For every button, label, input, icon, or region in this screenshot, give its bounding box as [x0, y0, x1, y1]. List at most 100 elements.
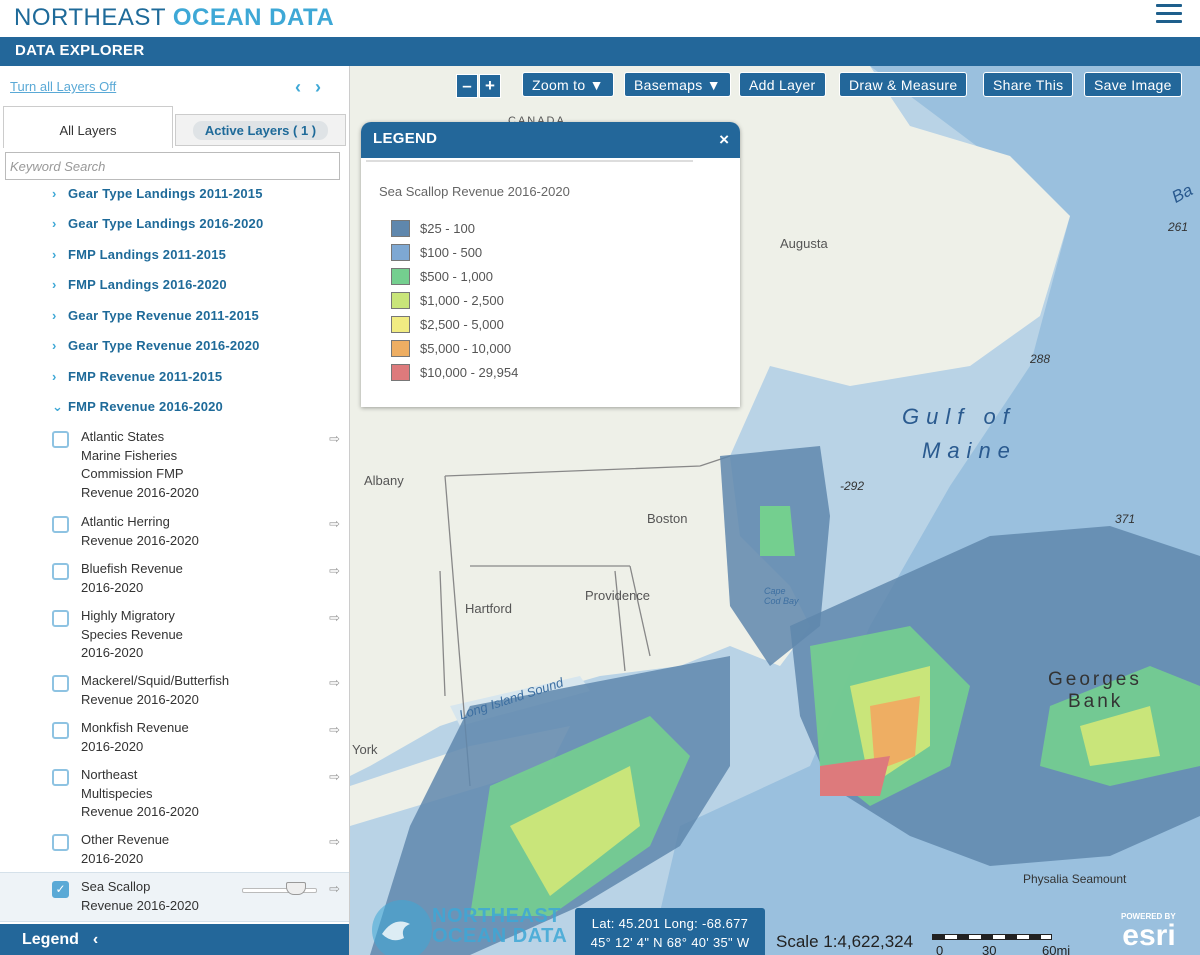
map-label-boston: Boston — [647, 511, 688, 526]
layer-label: Sea Scallop Revenue 2016-2020 — [81, 879, 199, 913]
legend-toggle-label: Legend — [22, 931, 79, 948]
close-icon[interactable]: × — [719, 130, 729, 150]
chevron-right-icon: › — [52, 308, 57, 323]
layer-checkbox[interactable] — [52, 610, 69, 627]
layer-label: Other Revenue 2016-2020 — [81, 832, 170, 866]
map-logo-text: NORTHEAST OCEAN DATA — [432, 905, 568, 947]
layer-label: Atlantic States Marine Fisheries Commissio… — [81, 429, 199, 501]
layers-sidebar: Turn all Layers Off ‹ › All Layers Active… — [0, 66, 350, 955]
layer-group[interactable]: › Gear Type Revenue 2016-2020 — [52, 338, 260, 353]
brand-logo[interactable]: NORTHEAST OCEAN DATA — [14, 4, 334, 32]
tab-all-layers[interactable]: All Layers — [3, 106, 173, 148]
esri-logo: POWERED BY esri — [1121, 912, 1176, 951]
map-label-gulf-of-maine-1: Gulf of — [902, 404, 1016, 429]
chevron-right-icon: › — [52, 247, 57, 262]
map-label-physalia-seamount: Physalia Seamount — [1023, 872, 1127, 886]
map-view[interactable]: CANADA Augusta Albany Boston Hartford Pr… — [350, 66, 1200, 955]
chevron-down-icon: ⌄ — [52, 399, 64, 414]
layer-checkbox[interactable] — [52, 834, 69, 851]
save-image-button[interactable]: Save Image — [1084, 72, 1182, 97]
layer-checkbox[interactable] — [52, 431, 69, 448]
layer-checkbox[interactable] — [52, 722, 69, 739]
layer-checkbox[interactable] — [52, 516, 69, 533]
layer-info-icon[interactable]: ⇨ — [329, 833, 340, 852]
tab-active-layers[interactable]: Active Layers ( 1 ) — [175, 114, 346, 146]
layer-checkbox-checked[interactable]: ✓ — [52, 881, 69, 898]
layer-info-icon[interactable]: ⇨ — [329, 562, 340, 581]
layer-label: Highly Migratory Species Revenue 2016-2020 — [81, 608, 183, 661]
basemaps-dropdown[interactable]: Basemaps ▼ — [624, 72, 731, 97]
map-label-new-york: York — [352, 742, 378, 757]
tab-active-layers-label: Active Layers ( 1 ) — [192, 121, 329, 140]
layer-group[interactable]: › FMP Revenue 2011-2015 — [52, 369, 222, 384]
layer-info-icon[interactable]: ⇨ — [329, 674, 340, 693]
layer-group[interactable]: › FMP Landings 2016-2020 — [52, 277, 227, 292]
layer-checkbox[interactable] — [52, 563, 69, 580]
layer-info-icon[interactable]: ⇨ — [329, 430, 340, 449]
layer-info-icon[interactable]: ⇨ — [329, 880, 340, 899]
zoom-out-button[interactable]: – — [456, 74, 478, 98]
legend-panel: LEGEND × Sea Scallop Revenue 2016-2020 $… — [361, 122, 740, 407]
opacity-slider-handle[interactable] — [286, 882, 306, 895]
legend-swatch — [391, 340, 410, 357]
legend-divider — [366, 160, 693, 162]
legend-swatch — [391, 364, 410, 381]
panel-nav-arrows: ‹ › — [295, 77, 335, 98]
map-label-albany: Albany — [364, 473, 404, 488]
layer-info-icon[interactable]: ⇨ — [329, 721, 340, 740]
turn-all-layers-off-link[interactable]: Turn all Layers Off — [10, 79, 116, 94]
map-label-hartford: Hartford — [465, 601, 512, 616]
scale-tick-label: 60mi — [1042, 943, 1071, 955]
keyword-search-input[interactable]: Keyword Search — [5, 152, 340, 180]
layer-label: Atlantic Herring Revenue 2016-2020 — [81, 514, 199, 548]
layer-group[interactable]: › FMP Landings 2011-2015 — [52, 247, 226, 262]
map-depth-261: 261 — [1168, 220, 1189, 234]
legend-swatch — [391, 292, 410, 309]
layer-label: Bluefish Revenue 2016-2020 — [81, 561, 183, 595]
legend-swatch — [391, 220, 410, 237]
chevron-left-icon[interactable]: ‹ — [295, 77, 301, 97]
map-label-providence: Providence — [585, 588, 651, 603]
layer-group-expanded[interactable]: ⌄ FMP Revenue 2016-2020 — [52, 399, 223, 415]
layer-label: Northeast Multispecies Revenue 2016-2020 — [81, 767, 199, 820]
layer-group-label: FMP Revenue 2016-2020 — [68, 399, 223, 414]
layer-checkbox[interactable] — [52, 769, 69, 786]
top-header: NORTHEAST OCEAN DATA — [0, 0, 1200, 37]
esri-wordmark: esri — [1122, 919, 1176, 952]
draw-measure-button[interactable]: Draw & Measure — [839, 72, 968, 97]
chevron-right-icon: › — [52, 216, 57, 231]
layer-group-label: FMP Revenue 2011-2015 — [68, 369, 223, 384]
legend-swatch — [391, 268, 410, 285]
chevron-right-icon: › — [52, 338, 57, 353]
layer-info-icon[interactable]: ⇨ — [329, 515, 340, 534]
chevron-right-icon: › — [52, 369, 57, 384]
layer-group[interactable]: › Gear Type Landings 2011-2015 — [52, 186, 263, 201]
legend-title: LEGEND — [361, 122, 740, 158]
brand-part1: NORTHEAST — [14, 4, 166, 31]
map-label-georges-2: Bank — [1068, 691, 1124, 712]
zoom-in-button[interactable]: + — [479, 74, 501, 98]
chevron-left-icon: ‹ — [92, 931, 99, 948]
brand-part2: OCEAN DATA — [172, 4, 335, 31]
scale-tick-label: 30 — [982, 943, 997, 955]
layer-group[interactable]: › Gear Type Revenue 2011-2015 — [52, 308, 259, 323]
zoom-to-dropdown[interactable]: Zoom to ▼ — [522, 72, 614, 97]
layer-group-label: Gear Type Landings 2011-2015 — [68, 186, 263, 201]
layer-group-label: Gear Type Revenue 2016-2020 — [68, 338, 260, 353]
add-layer-button[interactable]: Add Layer — [739, 72, 826, 97]
legend-subtitle: Sea Scallop Revenue 2016-2020 — [379, 184, 570, 199]
legend-swatch — [391, 316, 410, 333]
data-explorer-bar: DATA EXPLORER — [0, 37, 1200, 66]
layer-info-icon[interactable]: ⇨ — [329, 609, 340, 628]
coordinate-decimal: Lat: 45.201 Long: -68.677 — [591, 916, 749, 931]
share-button[interactable]: Share This — [983, 72, 1074, 97]
layer-info-icon[interactable]: ⇨ — [329, 768, 340, 787]
hamburger-menu-icon[interactable] — [1156, 4, 1182, 26]
legend-toggle-bar[interactable]: Legend ‹ — [0, 924, 349, 955]
layer-label: Monkfish Revenue 2016-2020 — [81, 720, 189, 754]
layer-checkbox[interactable] — [52, 675, 69, 692]
map-depth-292: -292 — [840, 479, 865, 493]
layer-group[interactable]: › Gear Type Landings 2016-2020 — [52, 216, 263, 231]
layer-label: Mackerel/Squid/Butterfish Revenue 2016-20… — [81, 673, 230, 707]
chevron-right-icon[interactable]: › — [315, 77, 321, 97]
